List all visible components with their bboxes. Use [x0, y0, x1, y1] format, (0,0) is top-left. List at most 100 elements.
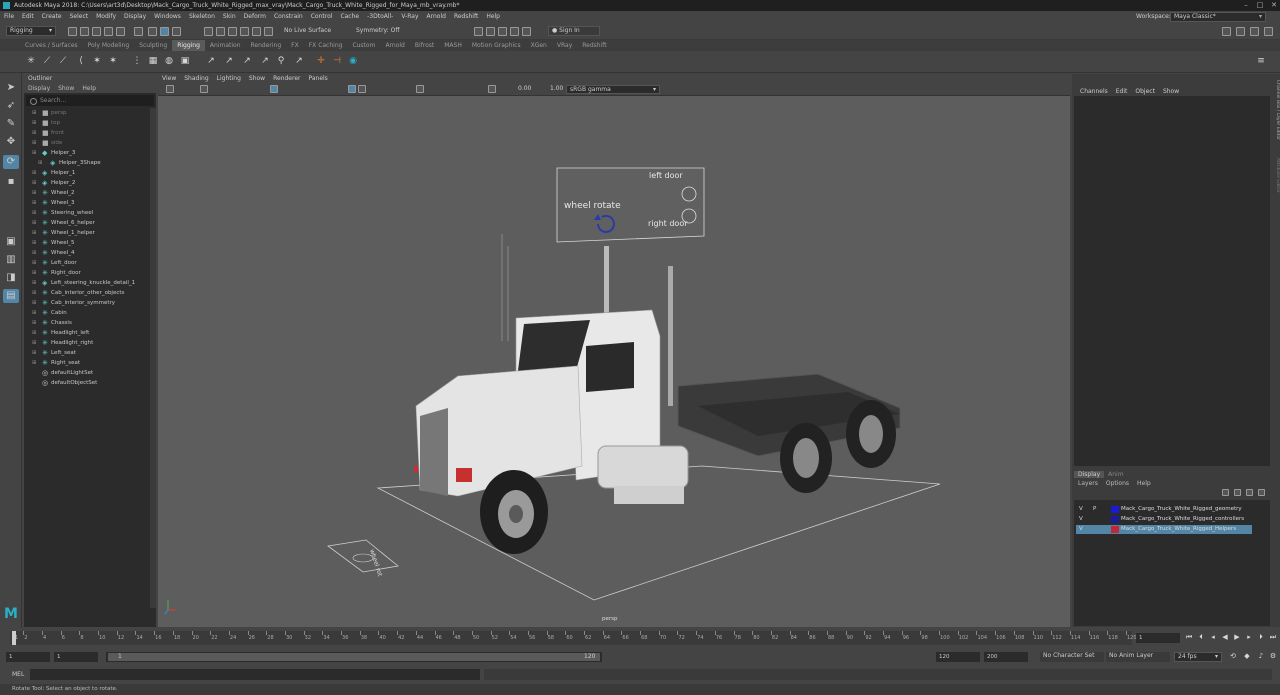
- orient-joint-icon[interactable]: ✶: [108, 56, 118, 66]
- snap-grid-icon[interactable]: [204, 27, 213, 36]
- auto-key-icon[interactable]: ◆: [1242, 651, 1252, 661]
- shelf-options-icon[interactable]: ≡: [1256, 56, 1266, 66]
- anim-layer-select[interactable]: No Anim Layer: [1106, 652, 1170, 662]
- menu-redshift[interactable]: Redshift: [450, 11, 482, 22]
- colorspace-select[interactable]: sRGB gamma ▾: [566, 85, 660, 94]
- render-settings-icon[interactable]: [498, 27, 507, 36]
- expand-icon[interactable]: ⊞: [38, 158, 43, 168]
- shelf-tab-poly-modeling[interactable]: Poly Modeling: [83, 40, 135, 51]
- expand-icon[interactable]: ⊞: [32, 198, 37, 208]
- menu-constrain[interactable]: Constrain: [270, 11, 307, 22]
- snap-point-icon[interactable]: [228, 27, 237, 36]
- playback-start-input[interactable]: 1: [54, 652, 98, 662]
- expand-icon[interactable]: ⊞: [32, 218, 37, 228]
- layer-row[interactable]: V P Mack_Cargo_Truck_White_Rigged_geometry: [1076, 505, 1252, 514]
- camera-select-icon[interactable]: [166, 85, 174, 93]
- step-back-icon[interactable]: ⏴: [1196, 632, 1206, 642]
- shelf-tab-mash[interactable]: MASH: [439, 40, 467, 51]
- layer-tab-display[interactable]: Display: [1074, 471, 1105, 478]
- playback-end-input[interactable]: 120: [936, 652, 980, 662]
- menu-cache[interactable]: Cache: [336, 11, 363, 22]
- outliner-item-wheel-4[interactable]: ⊞ ✳ Wheel_4: [24, 248, 150, 258]
- outliner-item-wheel-1-helper[interactable]: ⊞ ✳ Wheel_1_helper: [24, 228, 150, 238]
- outliner-item-cab-interior-symmetry[interactable]: ⊞ ✳ Cab_interior_symmetry: [24, 298, 150, 308]
- sign-in-button[interactable]: ● Sign In: [548, 26, 600, 36]
- outliner-item-wheel-6-helper[interactable]: ⊞ ✳ Wheel_6_helper: [24, 218, 150, 228]
- ipr-render-icon[interactable]: [486, 27, 495, 36]
- select-tool-icon[interactable]: ➤: [3, 81, 19, 95]
- open-scene-icon[interactable]: [80, 27, 89, 36]
- shelf-tab-vray[interactable]: VRay: [552, 40, 577, 51]
- time-slider[interactable]: 1 2 4 6 8 10 12 14 16 18 20 22 24 26 28 30 32 34 36 38 40 42 4…: [0, 628, 1280, 648]
- outliner-item-wheel-3[interactable]: ⊞ ✳ Wheel_3: [24, 198, 150, 208]
- snap-plane-icon[interactable]: [240, 27, 249, 36]
- shelf-tab-rendering[interactable]: Rendering: [246, 40, 287, 51]
- menu-control[interactable]: Control: [307, 11, 337, 22]
- viewport-menu-show[interactable]: Show: [245, 75, 269, 82]
- cluster-icon[interactable]: ⊣: [332, 56, 342, 66]
- insert-joint-icon[interactable]: ⟨: [76, 56, 86, 66]
- single-view-icon[interactable]: ▣: [3, 235, 19, 249]
- maximize-icon[interactable]: □: [1254, 0, 1266, 11]
- viewport-menu-lighting[interactable]: Lighting: [213, 75, 245, 82]
- modeling-toolkit-icon[interactable]: [1222, 27, 1231, 36]
- exposure-value[interactable]: 0.00: [518, 85, 531, 92]
- start-time-input[interactable]: 1: [6, 652, 50, 662]
- outliner-item-defaultlightset[interactable]: ◎ defaultLightSet: [24, 368, 150, 378]
- outliner-item-persp[interactable]: ⊞ ■ persp: [24, 108, 150, 118]
- shelf-tab-sculpting[interactable]: Sculpting: [134, 40, 172, 51]
- wireframe-icon[interactable]: [348, 85, 356, 93]
- layer-menu-help[interactable]: Help: [1133, 480, 1155, 487]
- ik-spline-icon[interactable]: ⟋: [58, 56, 68, 66]
- expand-icon[interactable]: ⊞: [32, 348, 37, 358]
- snap-view-icon[interactable]: [264, 27, 273, 36]
- undo-icon[interactable]: [104, 27, 113, 36]
- layer-menu-layers[interactable]: Layers: [1074, 480, 1102, 487]
- shelf-tab-custom[interactable]: Custom: [347, 40, 380, 51]
- four-view-icon[interactable]: ▥: [3, 253, 19, 267]
- outliner-item-top[interactable]: ⊞ ■ top: [24, 118, 150, 128]
- menu-skin[interactable]: Skin: [219, 11, 240, 22]
- expand-icon[interactable]: ⊞: [32, 288, 37, 298]
- character-set-select[interactable]: No Character Set: [1040, 652, 1104, 662]
- select-mask-icon[interactable]: [172, 27, 181, 36]
- expand-icon[interactable]: ⊞: [32, 148, 37, 158]
- shelf-tab-bifrost[interactable]: Bifrost: [410, 40, 439, 51]
- outliner-item-helper-2[interactable]: ⊞ ◈ Helper_2: [24, 178, 150, 188]
- expand-icon[interactable]: ⊞: [32, 238, 37, 248]
- go-to-end-icon[interactable]: ⏭: [1268, 632, 1278, 642]
- menu-create[interactable]: Create: [38, 11, 66, 22]
- move-tool-icon[interactable]: ✥: [3, 135, 19, 149]
- viewport-scene[interactable]: wheel rot wheel rotate left door right d…: [158, 96, 1070, 627]
- render-icon[interactable]: [474, 27, 483, 36]
- outliner-item-defaultobjectset[interactable]: ◎ defaultObjectSet: [24, 378, 150, 388]
- channel-menu-channels[interactable]: Channels: [1076, 88, 1112, 95]
- outliner-item-cab-interior-other-objects[interactable]: ⊞ ✳ Cab_interior_other_objects: [24, 288, 150, 298]
- layer-playback-toggle[interactable]: P: [1093, 505, 1096, 514]
- select-object-icon[interactable]: [148, 27, 157, 36]
- loop-icon[interactable]: ⟲: [1228, 651, 1238, 661]
- expand-icon[interactable]: ⊞: [32, 188, 37, 198]
- layer-color-swatch[interactable]: [1111, 526, 1119, 533]
- outliner-item-chassis[interactable]: ⊞ ✳ Chassis: [24, 318, 150, 328]
- menu-arnold[interactable]: Arnold: [423, 11, 450, 22]
- current-frame-input[interactable]: 1: [1136, 633, 1180, 643]
- expand-icon[interactable]: ⊞: [32, 138, 37, 148]
- expand-icon[interactable]: ⊞: [32, 178, 37, 188]
- live-surface-label[interactable]: No Live Surface: [284, 27, 331, 34]
- layer-visibility-toggle[interactable]: V: [1079, 505, 1083, 514]
- time-ruler[interactable]: 1 2 4 6 8 10 12 14 16 18 20 22 24 26 28 30 32 34 36 38 40 42 4…: [10, 631, 1137, 645]
- outliner-item-left-seat[interactable]: ⊞ ✳ Left_seat: [24, 348, 150, 358]
- snap-curve-icon[interactable]: [216, 27, 225, 36]
- new-scene-icon[interactable]: [68, 27, 77, 36]
- menu-skeleton[interactable]: Skeleton: [185, 11, 219, 22]
- select-hierarchy-icon[interactable]: [134, 27, 143, 36]
- shelf-tab-xgen[interactable]: XGen: [526, 40, 552, 51]
- menu-windows[interactable]: Windows: [150, 11, 185, 22]
- expand-icon[interactable]: ⊞: [32, 298, 37, 308]
- menu-display[interactable]: Display: [120, 11, 150, 22]
- tool-settings-icon[interactable]: [1250, 27, 1259, 36]
- minimize-icon[interactable]: –: [1240, 0, 1252, 11]
- channel-box-icon[interactable]: [1264, 27, 1273, 36]
- layer-color-swatch[interactable]: [1111, 516, 1119, 523]
